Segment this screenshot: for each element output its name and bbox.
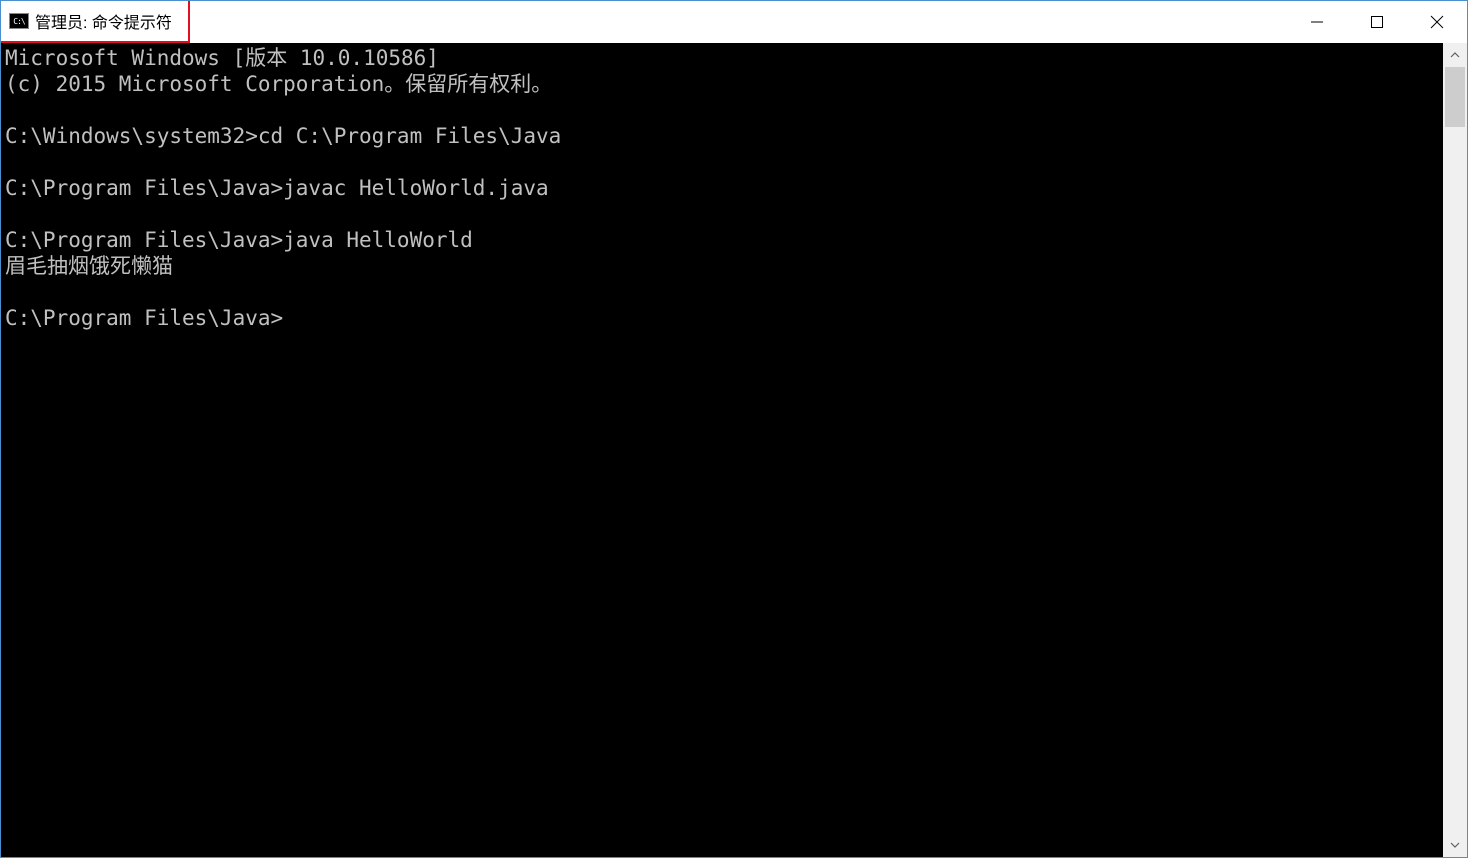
scroll-thumb[interactable] (1445, 67, 1465, 127)
terminal-line (5, 97, 1439, 123)
scroll-up-arrow[interactable] (1443, 43, 1467, 67)
vertical-scrollbar[interactable] (1443, 43, 1467, 857)
titlebar: C:\ 管理员: 命令提示符 (1, 1, 1467, 43)
terminal-line (5, 279, 1439, 305)
close-icon (1430, 15, 1444, 29)
terminal-line: (c) 2015 Microsoft Corporation。保留所有权利。 (5, 71, 1439, 97)
terminal-line: C:\Program Files\Java>javac HelloWorld.j… (5, 175, 1439, 201)
window-controls (1287, 1, 1467, 43)
terminal-line: C:\Windows\system32>cd C:\Program Files\… (5, 123, 1439, 149)
scroll-down-arrow[interactable] (1443, 833, 1467, 857)
terminal-line: Microsoft Windows [版本 10.0.10586] (5, 45, 1439, 71)
chevron-down-icon (1450, 842, 1460, 848)
maximize-button[interactable] (1347, 1, 1407, 43)
minimize-button[interactable] (1287, 1, 1347, 43)
terminal-wrapper: Microsoft Windows [版本 10.0.10586](c) 201… (1, 43, 1467, 857)
titlebar-left-highlight: C:\ 管理员: 命令提示符 (1, 1, 190, 43)
scroll-track[interactable] (1443, 67, 1467, 833)
terminal-line: C:\Program Files\Java>java HelloWorld (5, 227, 1439, 253)
terminal-line (5, 201, 1439, 227)
terminal-line: C:\Program Files\Java> (5, 305, 1439, 331)
maximize-icon (1370, 15, 1384, 29)
minimize-icon (1310, 15, 1324, 29)
window-title: 管理员: 命令提示符 (35, 9, 172, 33)
close-button[interactable] (1407, 1, 1467, 43)
terminal-output[interactable]: Microsoft Windows [版本 10.0.10586](c) 201… (1, 43, 1443, 857)
terminal-line (5, 149, 1439, 175)
terminal-line: 眉毛抽烟饿死懒猫 (5, 253, 1439, 279)
cmd-icon: C:\ (9, 13, 29, 29)
chevron-up-icon (1450, 52, 1460, 58)
